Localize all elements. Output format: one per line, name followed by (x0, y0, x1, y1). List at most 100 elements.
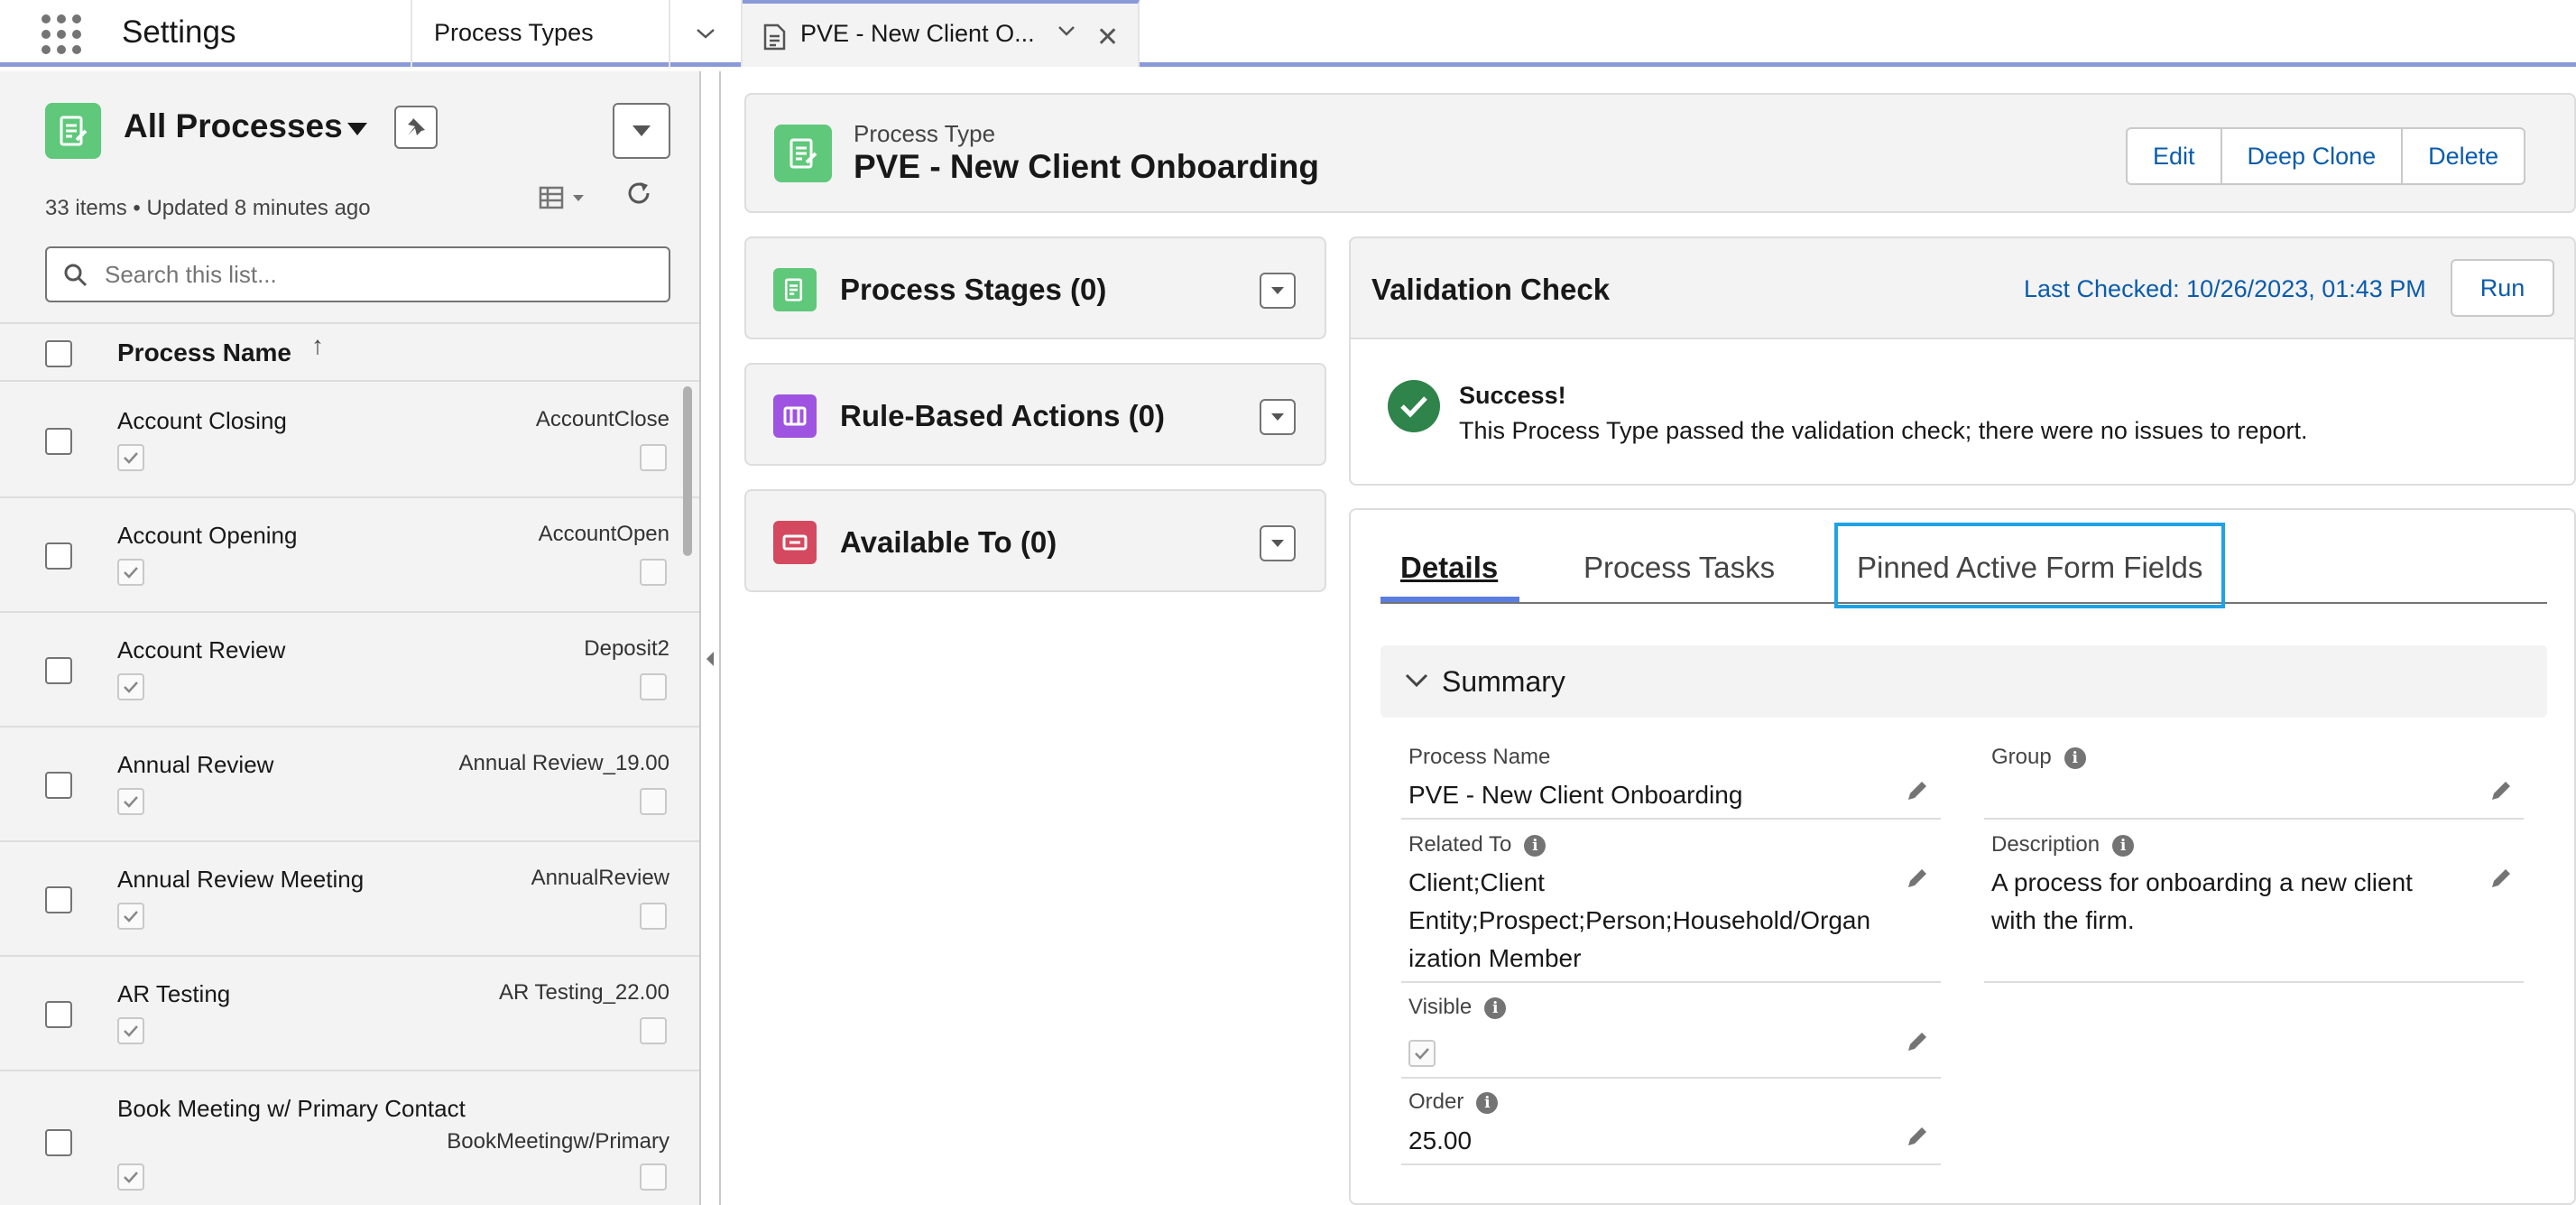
field-label-related-to: Related To i (1408, 832, 1547, 857)
panel-splitter[interactable] (701, 71, 721, 1205)
row-api-name: AccountOpen (538, 522, 669, 546)
rule-based-actions-icon (773, 394, 817, 438)
tab-active-record[interactable]: PVE - New Client O... ✕ (743, 0, 1140, 67)
row-checked-field-icon (117, 903, 144, 930)
list-row[interactable]: Annual Review Meeting AnnualReview (0, 842, 699, 957)
field-value-related-to-line3: ization Member (1408, 944, 1582, 972)
related-menu-button[interactable] (1260, 525, 1296, 561)
row-process-name[interactable]: AR Testing (117, 980, 230, 1008)
search-icon (63, 263, 88, 292)
info-icon: i (2112, 834, 2135, 857)
related-title[interactable]: Rule-Based Actions (0) (840, 399, 1165, 433)
row-api-name: Deposit2 (584, 636, 669, 661)
column-process-name[interactable]: Process Name (117, 338, 291, 367)
related-process-stages: Process Stages (0) (744, 236, 1326, 339)
app-name: Settings (122, 14, 236, 50)
field-label-group: Group i (1991, 745, 2086, 770)
list-row[interactable]: AR Testing AR Testing_22.00 (0, 957, 699, 1071)
row-unchecked-field (640, 1017, 667, 1044)
row-api-name: AR Testing_22.00 (498, 980, 669, 1005)
tab-menu-chevron-icon[interactable] (1057, 23, 1076, 42)
row-process-name[interactable]: Annual Review (117, 751, 273, 779)
row-checkbox[interactable] (45, 1129, 72, 1156)
row-unchecked-field (640, 788, 667, 815)
field-value-process-name: PVE - New Client Onboarding (1408, 781, 1743, 809)
refresh-icon[interactable] (626, 181, 653, 215)
close-tab-icon[interactable]: ✕ (1096, 22, 1119, 53)
list-meta-text: 33 items • Updated 8 minutes ago (45, 196, 371, 220)
list-view-picker-icon[interactable] (346, 121, 369, 142)
list-view-controls-button[interactable] (613, 103, 670, 159)
validation-title: Validation Check (1371, 273, 1611, 306)
tab-details[interactable]: Details (1400, 551, 1498, 585)
row-checkbox[interactable] (45, 772, 72, 799)
related-title[interactable]: Process Stages (0) (840, 273, 1106, 307)
list-view-title[interactable]: All Processes (124, 107, 343, 145)
edit-button[interactable]: Edit (2128, 129, 2221, 183)
delete-button[interactable]: Delete (2401, 129, 2524, 183)
row-checked-field-icon (117, 1163, 144, 1191)
success-title: Success! (1459, 382, 1566, 409)
edit-pencil-icon[interactable] (2488, 866, 2514, 895)
edit-pencil-icon[interactable] (2488, 778, 2514, 808)
related-title[interactable]: Available To (0) (840, 525, 1057, 560)
deep-clone-button[interactable]: Deep Clone (2220, 129, 2402, 183)
field-label-visible: Visible i (1408, 995, 1507, 1020)
field-divider (1401, 981, 1941, 983)
list-row[interactable]: Book Meeting w/ Primary Contact BookMeet… (0, 1071, 699, 1205)
related-rule-based-actions: Rule-Based Actions (0) (744, 363, 1326, 466)
row-process-name[interactable]: Account Opening (117, 522, 297, 550)
pin-list-button[interactable] (394, 106, 438, 149)
field-label-process-name: Process Name (1408, 745, 1551, 769)
row-process-name[interactable]: Account Closing (117, 407, 287, 435)
select-all-checkbox[interactable] (45, 340, 72, 367)
edit-pencil-icon[interactable] (1905, 778, 1930, 808)
edit-pencil-icon[interactable] (1905, 1029, 1930, 1059)
row-process-name[interactable]: Book Meeting w/ Primary Contact (117, 1095, 466, 1123)
display-as-table-icon[interactable] (539, 184, 589, 216)
app-launcher-icon[interactable] (42, 14, 81, 54)
run-validation-button[interactable]: Run (2451, 259, 2554, 317)
document-icon (762, 23, 788, 55)
edit-pencil-icon[interactable] (1905, 1124, 1930, 1154)
record-actions: Edit Deep Clone Delete (2126, 127, 2526, 185)
process-stages-icon (773, 268, 817, 311)
field-divider (1401, 1163, 1941, 1165)
field-value-description-line1: A process for onboarding a new client (1991, 868, 2413, 896)
list-row[interactable]: Account Review Deposit2 (0, 613, 699, 728)
list-row[interactable]: Annual Review Annual Review_19.00 (0, 728, 699, 842)
related-menu-button[interactable] (1260, 273, 1296, 309)
row-checkbox[interactable] (45, 428, 72, 455)
active-tab-indicator (1380, 597, 1519, 602)
row-unchecked-field (640, 903, 667, 930)
row-checkbox[interactable] (45, 542, 72, 570)
tab-chevron-down-icon[interactable] (670, 0, 743, 67)
list-search-field[interactable] (45, 246, 670, 302)
record-type-label: Process Type (854, 120, 996, 147)
success-message: This Process Type passed the validation … (1459, 417, 2308, 444)
sort-ascending-icon[interactable]: ↑ (311, 331, 324, 360)
row-checkbox[interactable] (45, 657, 72, 684)
list-scrollbar[interactable] (683, 386, 692, 556)
list-row[interactable]: Account Opening AccountOpen (0, 498, 699, 613)
field-value-order: 25.00 (1408, 1126, 1473, 1154)
tab-process-types[interactable]: Process Types (411, 0, 670, 67)
row-api-name: AccountClose (535, 407, 669, 431)
row-process-name[interactable]: Annual Review Meeting (117, 866, 364, 894)
row-unchecked-field (640, 444, 667, 471)
row-process-name[interactable]: Account Review (117, 636, 285, 664)
collapse-left-icon[interactable] (705, 650, 716, 672)
row-unchecked-field (640, 673, 667, 700)
field-label-order: Order i (1408, 1089, 1499, 1115)
field-divider (1984, 818, 2524, 820)
row-api-name: BookMeetingw/Primary (447, 1129, 669, 1154)
row-checkbox[interactable] (45, 886, 72, 913)
edit-pencil-icon[interactable] (1905, 866, 1930, 895)
row-api-name: AnnualReview (531, 866, 669, 890)
list-row[interactable]: Account Closing AccountClose (0, 384, 699, 498)
chevron-down-icon[interactable] (1404, 671, 1429, 693)
search-input[interactable] (103, 257, 644, 292)
related-menu-button[interactable] (1260, 399, 1296, 435)
tab-process-tasks[interactable]: Process Tasks (1583, 551, 1775, 585)
row-checkbox[interactable] (45, 1001, 72, 1028)
